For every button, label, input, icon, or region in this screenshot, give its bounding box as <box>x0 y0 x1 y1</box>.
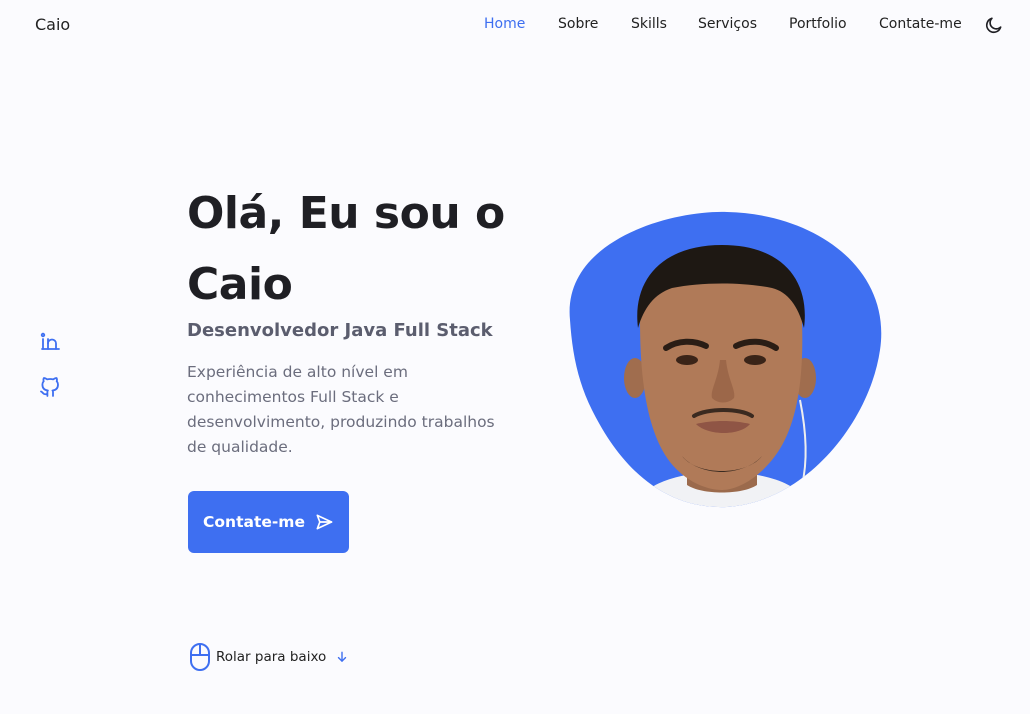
mouse-icon <box>190 643 210 671</box>
social-links <box>38 329 64 419</box>
github-icon <box>40 377 59 397</box>
nav-sobre[interactable]: Sobre <box>558 16 598 32</box>
nav-skills[interactable]: Skills <box>631 16 667 32</box>
linkedin-icon <box>40 332 60 350</box>
scroll-down-label: Rolar para baixo <box>216 649 327 665</box>
linkedin-link[interactable] <box>38 329 62 353</box>
contact-button-label: Contate-me <box>203 513 305 531</box>
page: Caio Home Sobre Skills Serviços Portfoli… <box>0 0 1030 714</box>
profile-photo <box>569 211 882 508</box>
hero-title: Olá, Eu sou o Caio <box>187 188 505 310</box>
moon-icon <box>985 17 1002 34</box>
nav-contate-me[interactable]: Contate-me <box>879 16 962 32</box>
github-link[interactable] <box>38 374 62 398</box>
main-nav: Home Sobre Skills Serviços Portfolio Con… <box>0 16 1030 36</box>
theme-toggle-button[interactable] <box>983 14 1005 36</box>
arrow-down-icon <box>338 651 347 662</box>
hero-subtitle: Desenvolvedor Java Full Stack <box>187 320 493 341</box>
nav-servicos[interactable]: Serviços <box>698 16 757 32</box>
send-icon <box>316 514 333 530</box>
hero-description: Experiência de alto nível em conheciment… <box>187 363 495 456</box>
nav-home[interactable]: Home <box>484 16 525 32</box>
nav-portfolio[interactable]: Portfolio <box>789 16 847 32</box>
contact-button[interactable]: Contate-me <box>188 491 349 553</box>
scroll-down-link[interactable]: Rolar para baixo <box>189 642 349 672</box>
